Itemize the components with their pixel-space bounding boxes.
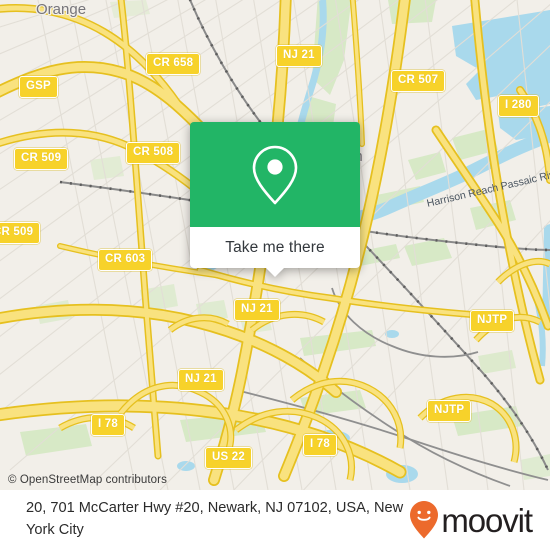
road-shield[interactable]: CR 509: [0, 222, 41, 244]
road-shield[interactable]: NJ 21: [276, 45, 322, 67]
osm-attribution[interactable]: © OpenStreetMap contributors: [8, 474, 167, 486]
road-shield[interactable]: I 78: [91, 414, 125, 436]
location-callout-card[interactable]: Take me there: [190, 122, 360, 277]
callout-pin-area: [190, 122, 360, 227]
road-shield[interactable]: CR 603: [98, 249, 153, 271]
map-pin-icon: [252, 145, 298, 204]
footer-bar: 20, 701 McCarter Hwy #20, Newark, NJ 071…: [0, 490, 550, 550]
moovit-brand-logo[interactable]: moovit: [409, 500, 533, 540]
road-shield[interactable]: CR 508: [126, 142, 181, 164]
road-shield[interactable]: NJ 21: [178, 369, 224, 391]
road-shield[interactable]: GSP: [19, 76, 58, 98]
road-shield[interactable]: CR 507: [391, 70, 446, 92]
road-shield[interactable]: I 78: [303, 434, 337, 456]
moovit-wordmark: moovit: [441, 501, 533, 539]
road-shield[interactable]: NJTP: [470, 310, 515, 332]
callout-action-area[interactable]: Take me there: [190, 227, 360, 277]
place-label-orange: Orange: [36, 1, 87, 18]
road-shield[interactable]: NJTP: [427, 400, 472, 422]
callout-tail-pointer: [265, 267, 285, 277]
take-me-there-label: Take me there: [225, 238, 325, 256]
road-shield[interactable]: US 22: [205, 447, 252, 469]
road-shield[interactable]: I 280: [498, 95, 539, 117]
map-canvas[interactable]: Orange Harrison Harrison Reach Passaic R…: [0, 0, 550, 490]
address-text: 20, 701 McCarter Hwy #20, Newark, NJ 071…: [26, 500, 404, 538]
map-share-card: Orange Harrison Harrison Reach Passaic R…: [0, 0, 550, 550]
road-shield[interactable]: NJ 21: [234, 299, 280, 321]
moovit-smiley-pin-icon: [410, 501, 439, 539]
road-shield[interactable]: CR 509: [14, 148, 69, 170]
road-shield[interactable]: CR 658: [146, 53, 201, 75]
